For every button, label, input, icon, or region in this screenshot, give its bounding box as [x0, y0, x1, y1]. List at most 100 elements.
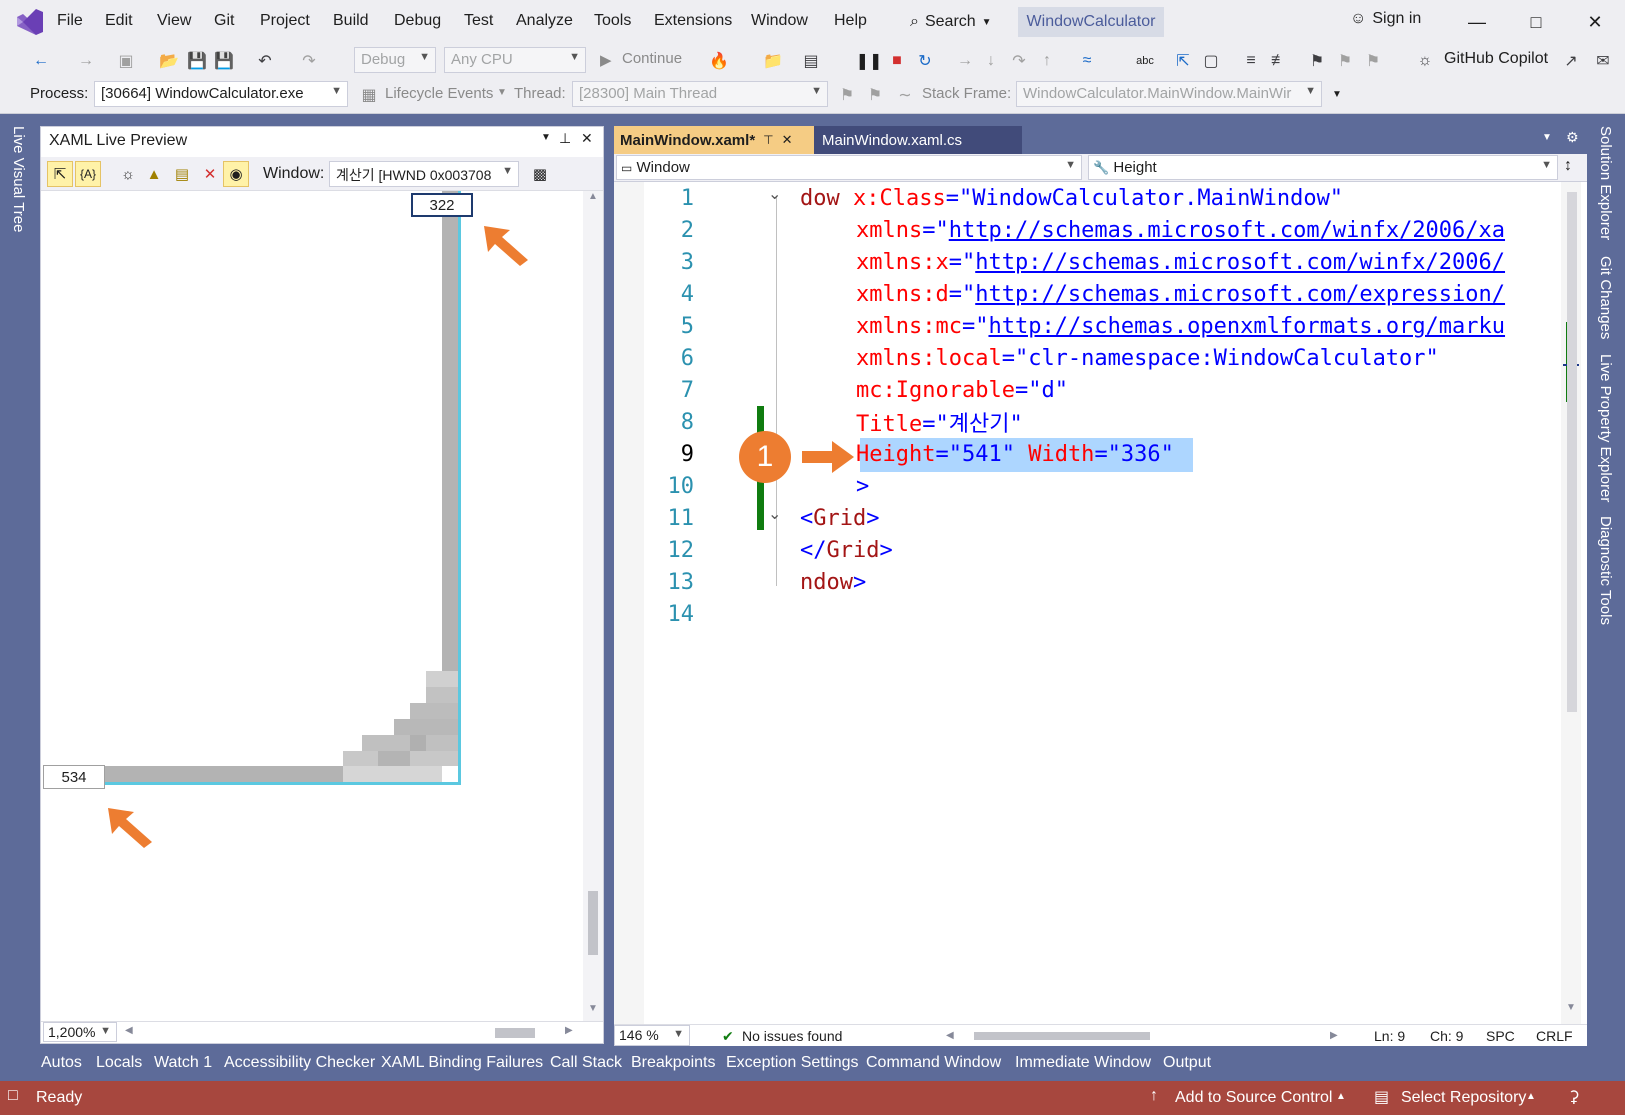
step-over-icon[interactable]: ↷: [1008, 50, 1030, 72]
tab-mainwindow-xaml-cs[interactable]: MainWindow.xaml.cs: [814, 126, 1022, 154]
menu-edit[interactable]: Edit: [105, 12, 133, 30]
preview-canvas[interactable]: 322 534: [43, 191, 583, 1021]
thread-dropdown[interactable]: [28300] Main Thread ▼: [572, 81, 828, 107]
menu-git[interactable]: Git: [214, 12, 234, 30]
lifecycle-events-button[interactable]: Lifecycle Events: [385, 85, 493, 102]
code-line[interactable]: 13 ndow>: [614, 566, 1554, 598]
spell-check-icon[interactable]: abc: [1134, 50, 1156, 72]
scroll-up-icon[interactable]: ▲: [588, 191, 598, 202]
restart-icon[interactable]: ↻: [914, 50, 936, 72]
eye-icon[interactable]: ◉: [223, 161, 249, 187]
code-line[interactable]: 12 </Grid>: [614, 534, 1554, 566]
close-icon[interactable]: ✕: [581, 130, 593, 147]
code-line[interactable]: 5 xmlns:mc="http://schemas.openxmlformats…: [614, 310, 1554, 342]
feedback-icon[interactable]: ✉: [1592, 50, 1614, 72]
step-into-icon[interactable]: ↓: [980, 50, 1002, 72]
tab-locals[interactable]: Locals: [96, 1054, 142, 1072]
live-visual-tree-tab[interactable]: Live Visual Tree: [10, 126, 27, 232]
scroll-down-icon[interactable]: ▼: [1566, 1002, 1576, 1013]
hot-reload-icon[interactable]: 🔥: [708, 50, 730, 72]
pop-out-icon[interactable]: ▩: [527, 161, 553, 187]
chevron-down-icon[interactable]: ▼: [541, 132, 551, 143]
redo-icon[interactable]: ↷: [298, 50, 320, 72]
select-repository-button[interactable]: Select Repository: [1401, 1089, 1526, 1107]
code-token[interactable]: http://schemas.microsoft.com/expression/: [975, 282, 1505, 307]
menu-extensions[interactable]: Extensions: [654, 12, 732, 30]
scroll-left-icon[interactable]: ◀: [125, 1025, 133, 1036]
diagnostic-tools-tab[interactable]: Diagnostic Tools: [1597, 516, 1614, 625]
accessibility-icon[interactable]: ☼: [115, 161, 141, 187]
show-next-statement-icon[interactable]: →: [954, 50, 976, 72]
solution-explorer-tab[interactable]: Solution Explorer: [1597, 126, 1614, 240]
code-line[interactable]: 11 <Grid>: [614, 502, 1554, 534]
live-property-explorer-tab[interactable]: Live Property Explorer: [1597, 354, 1614, 502]
save-icon[interactable]: 💾: [186, 50, 208, 72]
code-line[interactable]: 14: [614, 598, 1554, 630]
undo-icon[interactable]: ↶: [254, 50, 276, 72]
whitespace-indicator[interactable]: SPC: [1486, 1028, 1515, 1044]
code-line[interactable]: 4 xmlns:d="http://schemas.microsoft.com/e…: [614, 278, 1554, 310]
code-line[interactable]: 7 mc:Ignorable="d": [614, 374, 1554, 406]
code-editor[interactable]: ⌄ ⌄ 1 dow x:Class="WindowCalculator.MainW…: [614, 182, 1587, 1024]
stack-frame-dropdown[interactable]: WindowCalculator.MainWindow.MainWir ▼: [1016, 81, 1322, 107]
chevron-up-icon[interactable]: ▲: [1336, 1091, 1346, 1102]
menu-tools[interactable]: Tools: [594, 12, 631, 30]
tab-exception-settings[interactable]: Exception Settings: [726, 1054, 859, 1072]
add-to-source-control-button[interactable]: Add to Source Control: [1175, 1089, 1332, 1107]
tab-breakpoints[interactable]: Breakpoints: [631, 1054, 716, 1072]
menu-debug[interactable]: Debug: [394, 12, 441, 30]
tab-xaml-binding-failures[interactable]: XAML Binding Failures: [381, 1054, 543, 1072]
step-out-icon[interactable]: ↑: [1036, 50, 1058, 72]
attach-icon[interactable]: 📁: [762, 50, 784, 72]
process-dropdown[interactable]: [30664] WindowCalculator.exe ▼: [94, 81, 348, 107]
maximize-icon[interactable]: □: [1516, 6, 1556, 38]
line-ending-indicator[interactable]: CRLF: [1536, 1028, 1573, 1044]
code-line[interactable]: 1 dow x:Class="WindowCalculator.MainWindo…: [614, 182, 1554, 214]
horizontal-scroll-thumb[interactable]: [495, 1028, 535, 1038]
git-changes-tab[interactable]: Git Changes: [1597, 256, 1614, 339]
chevron-up-icon[interactable]: ▲: [1526, 1091, 1536, 1102]
issues-status[interactable]: No issues found: [742, 1028, 842, 1044]
ruler-icon[interactable]: ▤: [169, 161, 195, 187]
comment-icon[interactable]: ≡: [1240, 50, 1262, 72]
next-bookmark-icon[interactable]: ⚑: [1362, 50, 1384, 72]
share-icon[interactable]: ↗: [1560, 50, 1582, 72]
stack-icon[interactable]: ∼: [894, 84, 916, 106]
close-icon[interactable]: ✕: [782, 132, 793, 148]
code-line[interactable]: 6 xmlns:local="clr-namespace:WindowCalcul…: [614, 342, 1554, 374]
pause-icon[interactable]: ❚❚: [856, 50, 883, 72]
tab-output[interactable]: Output: [1163, 1054, 1211, 1072]
editor-zoom-dropdown[interactable]: 146 % ▼: [614, 1025, 690, 1046]
menu-window[interactable]: Window: [751, 12, 808, 30]
rulers-icon[interactable]: ▲: [141, 161, 167, 187]
tab-call-stack[interactable]: Call Stack: [550, 1054, 622, 1072]
sign-in-button[interactable]: ☺ Sign in: [1350, 10, 1421, 28]
code-token[interactable]: http://schemas.openxmlformats.org/marku: [988, 314, 1505, 339]
menu-analyze[interactable]: Analyze: [516, 12, 573, 30]
flag-icon[interactable]: ⚑: [836, 84, 858, 106]
code-token[interactable]: http://schemas.microsoft.com/winfx/2006/…: [949, 218, 1505, 243]
forward-icon[interactable]: →: [75, 50, 97, 72]
scroll-down-icon[interactable]: ▼: [588, 1003, 598, 1014]
bookmark-icon[interactable]: ⚑: [1306, 50, 1328, 72]
tab-command-window[interactable]: Command Window: [866, 1054, 1001, 1072]
track-focus-icon[interactable]: ▢: [1200, 50, 1222, 72]
scroll-left-icon[interactable]: ◀: [946, 1030, 954, 1041]
select-element-icon[interactable]: ⇱: [1172, 50, 1194, 72]
menu-help[interactable]: Help: [834, 12, 867, 30]
diagnostics-icon[interactable]: ≈: [1076, 50, 1098, 72]
menu-file[interactable]: File: [57, 12, 83, 30]
split-icon[interactable]: ↕: [1564, 157, 1572, 175]
bell-icon[interactable]: ⚳: [1568, 1087, 1580, 1107]
delete-icon[interactable]: ✕: [197, 161, 223, 187]
tab-immediate-window[interactable]: Immediate Window: [1015, 1054, 1151, 1072]
minimize-icon[interactable]: —: [1457, 6, 1497, 38]
preview-vertical-scrollbar[interactable]: ▲ ▼: [583, 191, 603, 1021]
gear-icon[interactable]: ⚙: [1566, 129, 1579, 146]
column-indicator[interactable]: Ch: 9: [1430, 1028, 1463, 1044]
search-box[interactable]: ⌕ Search ▼: [902, 6, 1000, 38]
toolbar-overflow-icon[interactable]: ▼: [1332, 89, 1342, 100]
scroll-right-icon[interactable]: ▶: [1330, 1030, 1338, 1041]
stop-icon[interactable]: ■: [886, 50, 908, 72]
horizontal-scroll-thumb[interactable]: [974, 1032, 1150, 1040]
